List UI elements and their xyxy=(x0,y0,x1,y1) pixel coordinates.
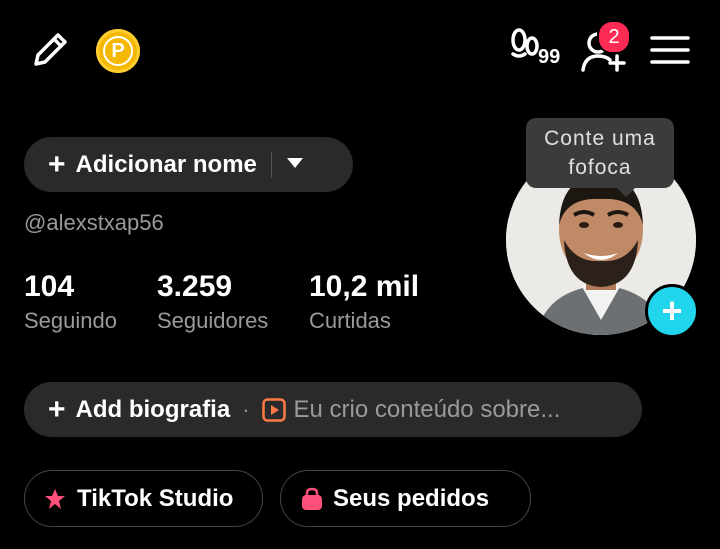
action-label: TikTok Studio xyxy=(77,484,234,512)
stat-following[interactable]: 104 Seguindo xyxy=(24,270,117,334)
footprints-icon[interactable]: 99 xyxy=(508,26,570,76)
username: @alexstxap56 xyxy=(24,210,164,235)
stat-value: 104 xyxy=(24,270,75,303)
add-name-label: Adicionar nome xyxy=(75,150,257,178)
stat-value: 3.259 xyxy=(157,270,233,303)
video-icon xyxy=(261,397,286,422)
stat-label: Seguindo xyxy=(24,308,117,333)
action-label: Seus pedidos xyxy=(333,484,490,512)
orders-button[interactable]: Seus pedidos xyxy=(280,470,531,527)
add-bio-button[interactable]: + Add biografia · Eu crio conteúdo sobre… xyxy=(24,382,642,437)
stat-value: 10,2 mil xyxy=(309,270,420,303)
tooltip[interactable]: Conte uma fofoca xyxy=(526,118,674,188)
add-bio-label: Add biografia xyxy=(75,395,231,423)
bio-placeholder: Eu crio conteúdo sobre... xyxy=(293,395,561,423)
add-avatar-button[interactable]: + xyxy=(645,284,699,338)
studio-icon xyxy=(43,487,67,511)
tooltip-line: fofoca xyxy=(568,156,632,179)
plus-icon: + xyxy=(48,147,66,181)
coin-icon[interactable]: P xyxy=(96,29,140,73)
separator: · xyxy=(242,396,250,422)
notification-badge: 2 xyxy=(597,20,631,54)
stat-label: Seguidores xyxy=(157,308,269,333)
divider xyxy=(270,151,272,178)
shopping-bag-icon xyxy=(301,487,323,511)
stat-likes[interactable]: 10,2 mil Curtidas xyxy=(309,270,419,334)
plus-icon: + xyxy=(48,392,66,426)
tooltip-tail xyxy=(616,187,636,197)
stat-label: Curtidas xyxy=(309,308,391,333)
views-count: 99 xyxy=(538,46,561,68)
hamburger-menu-icon[interactable] xyxy=(648,32,692,68)
stat-followers[interactable]: 3.259 Seguidores xyxy=(157,270,268,334)
tooltip-line: Conte uma xyxy=(544,127,656,150)
tiktok-studio-button[interactable]: TikTok Studio xyxy=(24,470,263,527)
chevron-down-icon[interactable] xyxy=(286,156,304,174)
coin-letter: P xyxy=(103,36,133,66)
add-name-button[interactable]: + Adicionar nome xyxy=(24,137,353,192)
pencil-icon[interactable] xyxy=(26,26,74,74)
